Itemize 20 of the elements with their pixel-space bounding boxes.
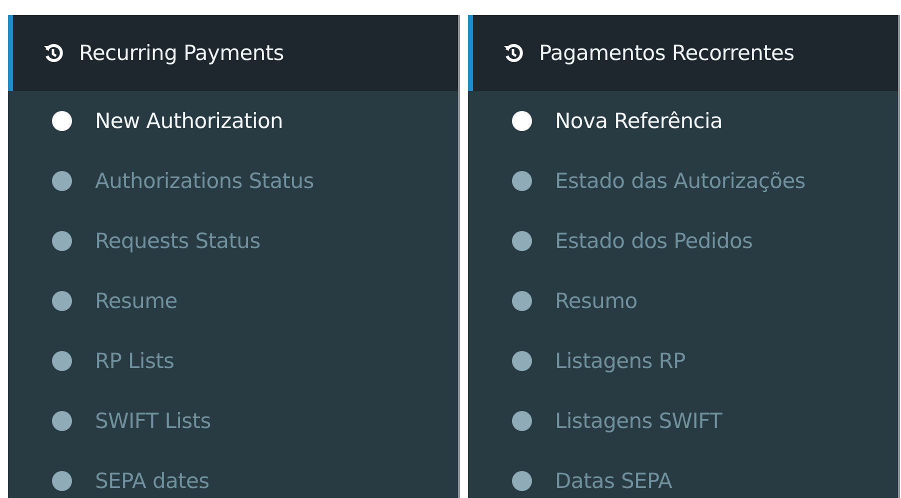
- menu-item[interactable]: SWIFT Lists: [95, 409, 211, 433]
- history-icon: [503, 43, 523, 63]
- menu-item[interactable]: Resume: [95, 289, 178, 313]
- menu-item[interactable]: Estado dos Pedidos: [555, 229, 753, 253]
- menu-item[interactable]: Estado das Autorizações: [555, 169, 806, 193]
- menu-header[interactable]: Recurring Payments: [8, 15, 458, 91]
- menu-title: Pagamentos Recorrentes: [539, 41, 794, 65]
- menu-item[interactable]: Requests Status: [95, 229, 260, 253]
- menu-item[interactable]: Listagens SWIFT: [555, 409, 722, 433]
- menu-item[interactable]: Authorizations Status: [95, 169, 314, 193]
- menu-header[interactable]: Pagamentos Recorrentes: [468, 15, 898, 91]
- menu-item[interactable]: Resumo: [555, 289, 638, 313]
- menu-item[interactable]: Listagens RP: [555, 349, 686, 373]
- menu-item[interactable]: Nova Referência: [555, 109, 723, 133]
- menu-item[interactable]: SEPA dates: [95, 469, 210, 493]
- menu-item[interactable]: New Authorization: [95, 109, 284, 133]
- menu-item[interactable]: Datas SEPA: [555, 469, 672, 493]
- history-icon: [43, 43, 63, 63]
- menu-item[interactable]: RP Lists: [95, 349, 174, 373]
- menu-title: Recurring Payments: [79, 41, 284, 65]
